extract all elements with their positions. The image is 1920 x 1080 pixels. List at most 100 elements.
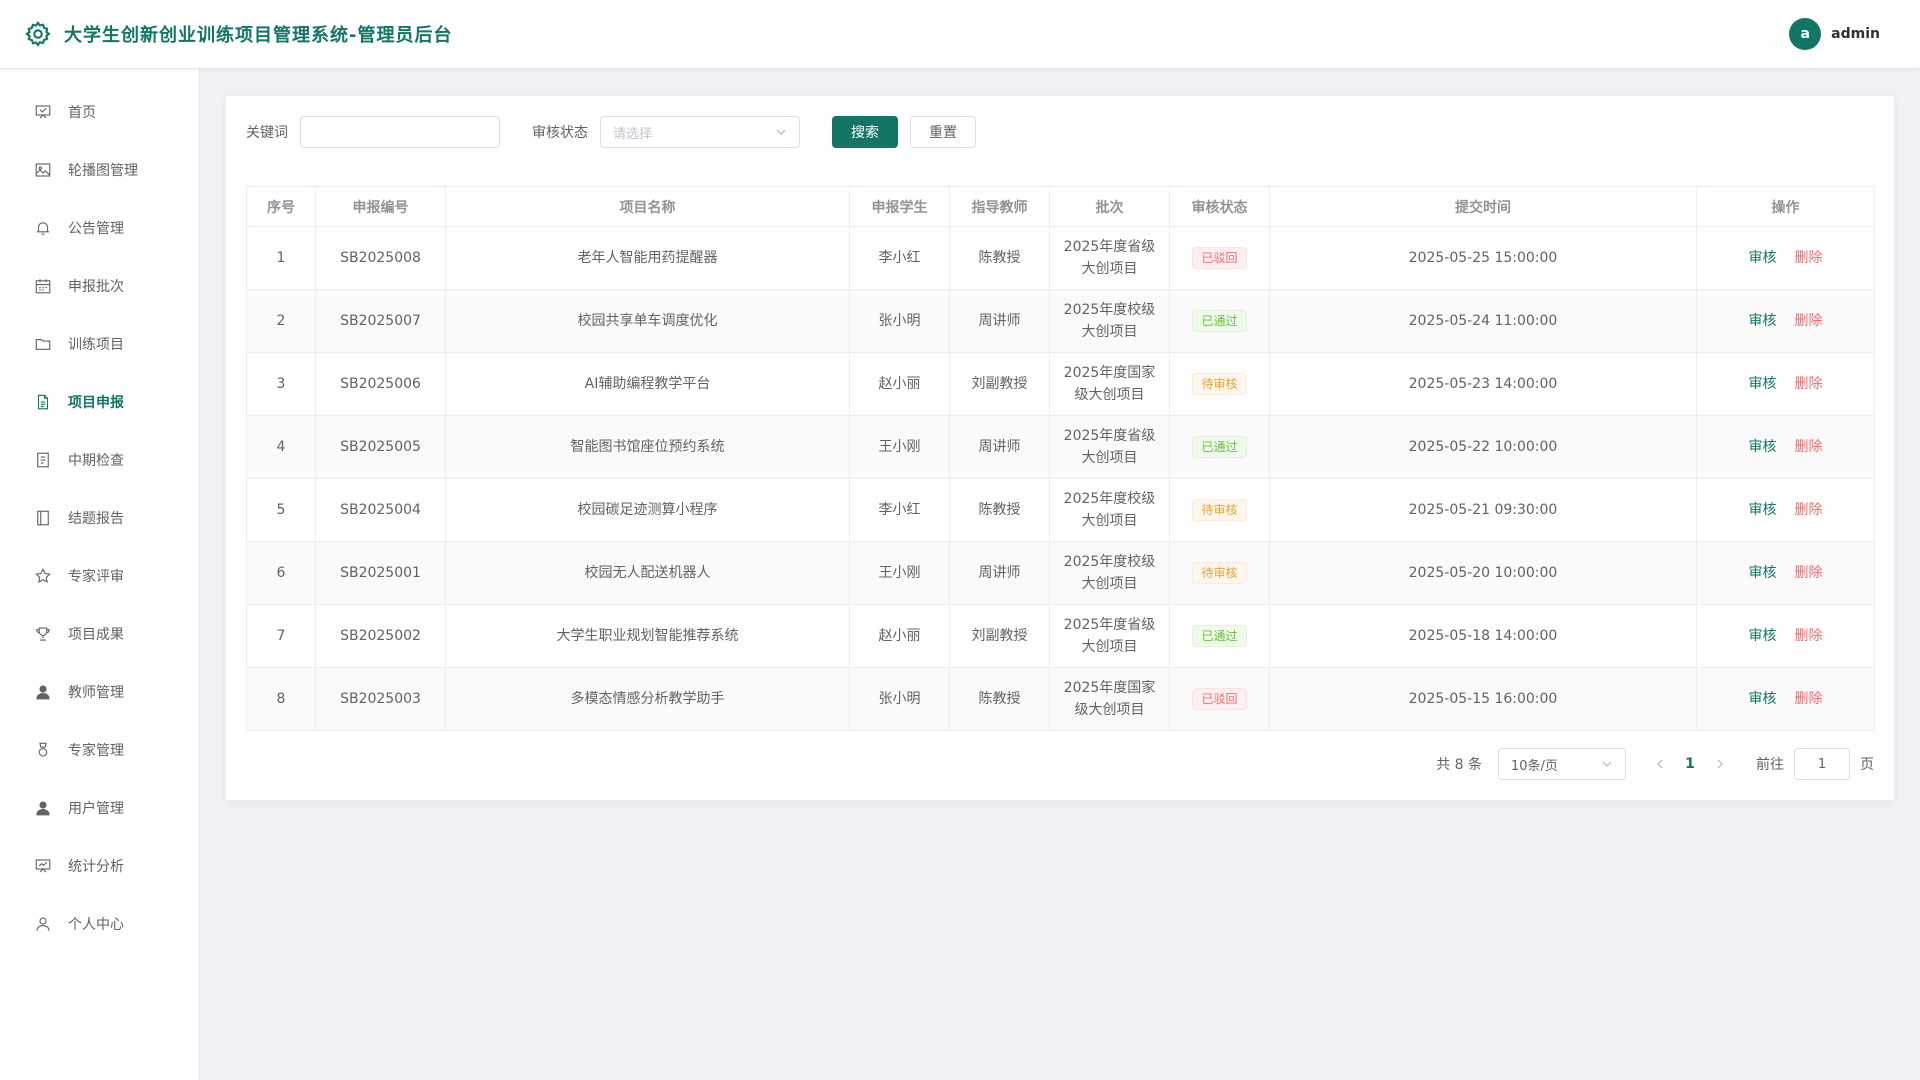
cell-teacher: 刘副教授 [949, 604, 1050, 668]
sidebar-item-user[interactable]: 用户管理 [0, 779, 199, 837]
delete-button[interactable]: 删除 [1795, 628, 1823, 644]
sidebar-item-expert[interactable]: 专家管理 [0, 721, 199, 779]
review-button[interactable]: 审核 [1749, 691, 1777, 707]
reset-button[interactable]: 重置 [910, 116, 976, 148]
delete-button[interactable]: 删除 [1795, 439, 1823, 455]
status-select[interactable]: 请选择 [600, 116, 800, 148]
table-row: 1 SB2025008 老年人智能用药提醒器 李小红 陈教授 2025年度省级大创项目 已驳… [246, 226, 1875, 290]
cell-time: 2025-05-21 09:30:00 [1269, 478, 1697, 542]
sidebar-item-application[interactable]: 项目申报 [0, 373, 199, 431]
table-row: 7 SB2025002 大学生职业规划智能推荐系统 赵小丽 刘副教授 2025年度省级大创… [246, 604, 1875, 668]
cell-project-name: 老年人智能用药提醒器 [445, 226, 850, 290]
review-button[interactable]: 审核 [1749, 250, 1777, 266]
cell-index: 8 [246, 667, 316, 731]
cell-project-name: 多模态情感分析教学助手 [445, 667, 850, 731]
delete-button[interactable]: 删除 [1795, 502, 1823, 518]
cell-batch: 2025年度省级大创项目 [1049, 415, 1170, 479]
search-button[interactable]: 搜索 [832, 116, 898, 148]
sidebar-item-teacher[interactable]: 教师管理 [0, 663, 199, 721]
cell-code: SB2025001 [315, 541, 446, 605]
next-page-button[interactable] [1706, 750, 1734, 778]
username[interactable]: admin [1831, 26, 1880, 42]
table-row: 3 SB2025006 AI辅助编程教学平台 赵小丽 刘副教授 2025年度国家级大创项目… [246, 352, 1875, 416]
status-badge: 待审核 [1192, 499, 1247, 521]
delete-button[interactable]: 删除 [1795, 313, 1823, 329]
status-badge: 已驳回 [1192, 247, 1247, 269]
presentation-icon [35, 105, 51, 119]
sidebar-item-home[interactable]: 首页 [0, 83, 199, 141]
status-badge: 待审核 [1192, 562, 1247, 584]
sidebar-item-achievement[interactable]: 项目成果 [0, 605, 199, 663]
cell-actions: 审核 删除 [1696, 541, 1875, 605]
sidebar-item-expert-review[interactable]: 专家评审 [0, 547, 199, 605]
cell-teacher: 陈教授 [949, 226, 1050, 290]
sidebar-item-midterm[interactable]: 中期检查 [0, 431, 199, 489]
review-button[interactable]: 审核 [1749, 628, 1777, 644]
table-row: 6 SB2025001 校园无人配送机器人 王小刚 周讲师 2025年度校级大创项目 待审核… [246, 541, 1875, 605]
keyword-label: 关键词 [246, 125, 288, 141]
page-size-value: 10条/页 [1511, 758, 1558, 774]
cell-actions: 审核 删除 [1696, 478, 1875, 542]
cell-teacher: 周讲师 [949, 289, 1050, 353]
cell-project-name: AI辅助编程教学平台 [445, 352, 850, 416]
cell-batch: 2025年度国家级大创项目 [1049, 352, 1170, 416]
review-button[interactable]: 审核 [1749, 502, 1777, 518]
cell-teacher: 周讲师 [949, 541, 1050, 605]
cell-teacher: 刘副教授 [949, 352, 1050, 416]
status-label: 审核状态 [532, 125, 588, 141]
delete-button[interactable]: 删除 [1795, 691, 1823, 707]
sidebar-item-batch[interactable]: 申报批次 [0, 257, 199, 315]
goto-page-input[interactable] [1794, 748, 1850, 780]
cell-student: 赵小丽 [849, 352, 950, 416]
delete-button[interactable]: 删除 [1795, 565, 1823, 581]
medal-icon [38, 742, 48, 757]
delete-button[interactable]: 删除 [1795, 250, 1823, 266]
status-badge: 已通过 [1192, 436, 1247, 458]
user-icon [36, 917, 50, 931]
prev-page-button[interactable] [1646, 750, 1674, 778]
sidebar-item-statistics[interactable]: 统计分析 [0, 837, 199, 895]
review-button[interactable]: 审核 [1749, 313, 1777, 329]
user-menu[interactable]: a admin [1789, 18, 1880, 50]
review-button[interactable]: 审核 [1749, 439, 1777, 455]
cell-actions: 审核 删除 [1696, 667, 1875, 731]
folder-icon [35, 338, 51, 350]
table-header: 序号 申报编号 项目名称 申报学生 指导教师 批次 审核状态 提交时间 操作 [246, 186, 1875, 227]
cell-actions: 审核 删除 [1696, 352, 1875, 416]
cell-student: 张小明 [849, 667, 950, 731]
status-badge: 已驳回 [1192, 688, 1247, 710]
cell-index: 7 [246, 604, 316, 668]
cell-index: 4 [246, 415, 316, 479]
status-badge: 已通过 [1192, 310, 1247, 332]
column-header: 批次 [1049, 186, 1170, 227]
sidebar-item-carousel[interactable]: 轮播图管理 [0, 141, 199, 199]
page-number-current[interactable]: 1 [1674, 756, 1706, 772]
gear-icon [25, 21, 51, 47]
review-button[interactable]: 审核 [1749, 376, 1777, 392]
cell-project-name: 校园无人配送机器人 [445, 541, 850, 605]
cell-time: 2025-05-23 14:00:00 [1269, 352, 1697, 416]
cell-code: SB2025007 [315, 289, 446, 353]
cell-batch: 2025年度校级大创项目 [1049, 541, 1170, 605]
sidebar-item-project[interactable]: 训练项目 [0, 315, 199, 373]
sidebar-item-final-report[interactable]: 结题报告 [0, 489, 199, 547]
cell-code: SB2025003 [315, 667, 446, 731]
review-button[interactable]: 审核 [1749, 565, 1777, 581]
delete-button[interactable]: 删除 [1795, 376, 1823, 392]
cell-actions: 审核 删除 [1696, 226, 1875, 290]
keyword-input[interactable] [300, 116, 500, 148]
cell-teacher: 周讲师 [949, 415, 1050, 479]
table-row: 4 SB2025005 智能图书馆座位预约系统 王小刚 周讲师 2025年度省级大创项目已… [246, 415, 1875, 479]
cell-time: 2025-05-25 15:00:00 [1269, 226, 1697, 290]
goto-label: 前往 [1756, 757, 1784, 773]
sidebar-item-notice[interactable]: 公告管理 [0, 199, 199, 257]
avatar[interactable]: a [1789, 18, 1822, 50]
cell-time: 2025-05-24 11:00:00 [1269, 289, 1697, 353]
cell-student: 王小刚 [849, 541, 950, 605]
cell-project-name: 校园碳足迹测算小程序 [445, 478, 850, 542]
cell-time: 2025-05-22 10:00:00 [1269, 415, 1697, 479]
page-size-select[interactable]: 10条/页 [1498, 748, 1626, 780]
sidebar-item-profile[interactable]: 个人中心 [0, 895, 199, 953]
cell-actions: 审核 删除 [1696, 289, 1875, 353]
cell-student: 李小红 [849, 478, 950, 542]
